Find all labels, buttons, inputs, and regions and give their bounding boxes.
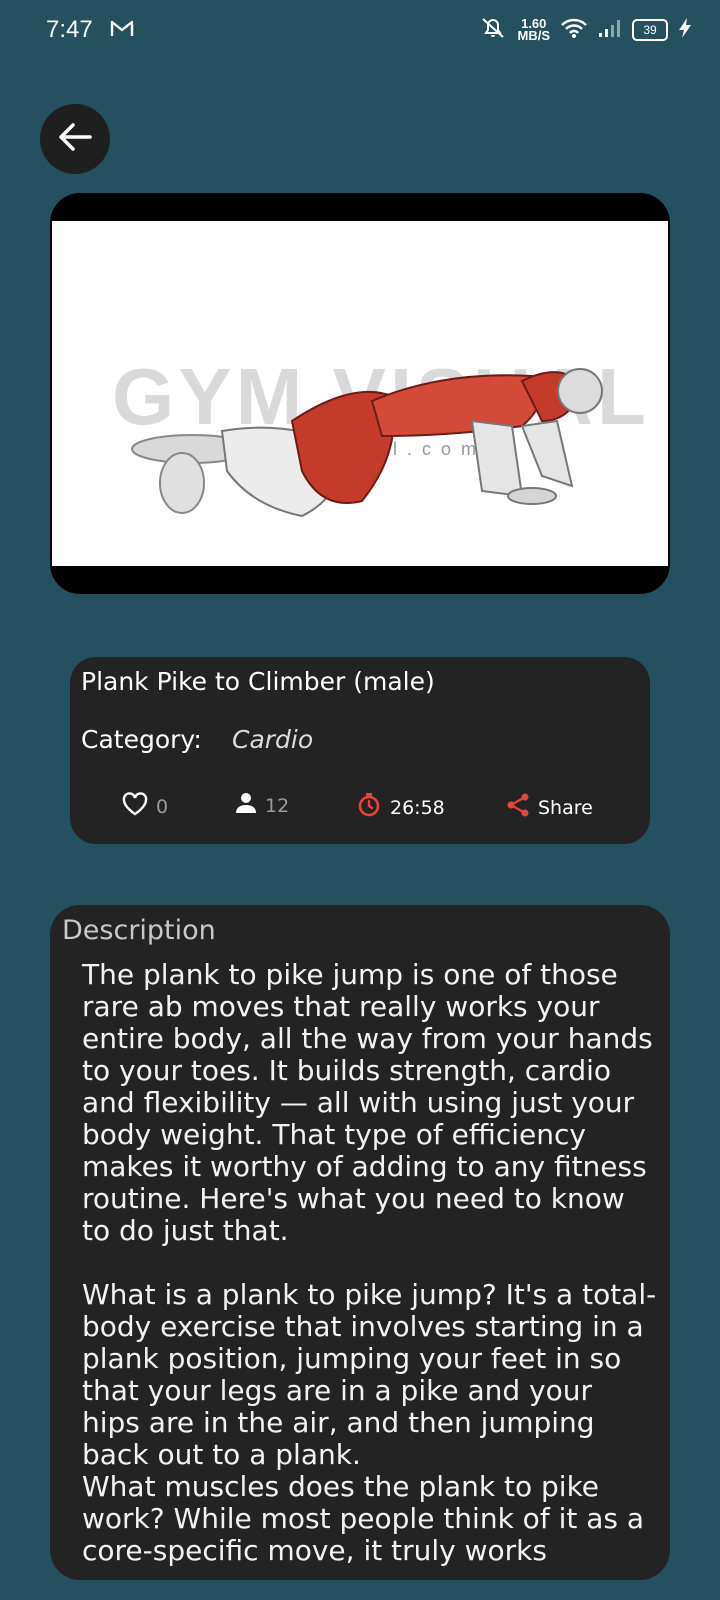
exercise-title: Plank Pike to Climber (male) (81, 667, 435, 696)
timer-stat[interactable]: 26:58 (356, 792, 445, 823)
description-card[interactable]: Description The plank to pike jump is on… (50, 905, 670, 1580)
heart-icon (122, 792, 148, 821)
wifi-icon (560, 17, 588, 43)
mute-icon (478, 16, 508, 44)
description-heading: Description (62, 915, 216, 946)
share-button[interactable]: Share (506, 792, 593, 823)
back-arrow-icon (58, 122, 92, 156)
network-speed: 1.60 MB/S (517, 17, 551, 43)
exercise-info-card: Plank Pike to Climber (male) Category: C… (70, 657, 650, 844)
exercise-image: GYM VISUAL gymvisual.com (52, 221, 668, 566)
share-label: Share (538, 796, 593, 819)
status-bar: 7:47 1.60 MB/S 39 (0, 0, 720, 64)
charging-icon (678, 17, 692, 43)
category-value: Cardio (232, 725, 314, 754)
share-icon (506, 792, 530, 823)
like-button[interactable]: 0 (122, 792, 168, 821)
status-time: 7:47 (46, 16, 93, 43)
gmail-icon (110, 18, 134, 42)
net-speed-unit: MB/S (517, 28, 551, 43)
battery-icon: 39 (632, 19, 668, 41)
timer-value: 26:58 (390, 796, 445, 819)
timer-icon (356, 792, 382, 823)
exercise-figure (131, 368, 603, 518)
category-label: Category: (81, 725, 202, 754)
users-count: 12 (265, 794, 290, 817)
status-icons: 1.60 MB/S 39 (478, 16, 693, 44)
signal-icon (598, 18, 622, 42)
like-count: 0 (156, 795, 169, 818)
back-button[interactable] (40, 104, 110, 174)
description-text: The plank to pike jump is one of those r… (82, 958, 657, 1567)
users-stat: 12 (235, 792, 289, 819)
person-icon (235, 792, 257, 819)
stats-row: 0 12 26:58 Share (70, 792, 650, 832)
exercise-media[interactable]: GYM VISUAL gymvisual.com (50, 193, 670, 594)
